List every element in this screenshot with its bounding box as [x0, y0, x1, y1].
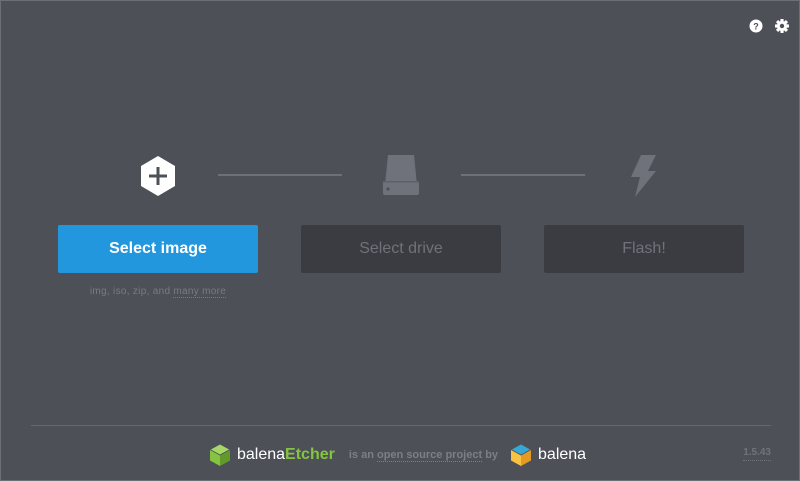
footer-divider	[31, 425, 771, 426]
supported-formats: img, iso, zip, and many more	[58, 286, 258, 298]
etcher-logo-link[interactable]: balenaEtcher	[209, 443, 335, 467]
tagline-by: by	[485, 449, 499, 461]
balena-cube-icon	[510, 443, 532, 466]
brand-name: balenaEtcher	[237, 446, 335, 464]
select-drive-button[interactable]: Select drive	[301, 225, 501, 273]
help-icon[interactable]: ?	[747, 17, 765, 35]
plus-hexagon-icon[interactable]	[135, 153, 181, 199]
open-source-link[interactable]: open source project	[376, 449, 483, 462]
lightning-icon	[621, 153, 667, 199]
many-more-link[interactable]: many more	[173, 286, 227, 298]
step-connector	[461, 174, 585, 176]
flash-button[interactable]: Flash!	[544, 225, 744, 273]
footer: balenaEtcher is an open source project b…	[209, 441, 586, 469]
tagline: is an open source project by	[348, 449, 499, 462]
brand-prefix: balena	[237, 446, 286, 463]
drive-icon	[378, 151, 424, 197]
svg-text:?: ?	[753, 22, 759, 32]
etcher-cube-icon	[209, 443, 231, 466]
balena-logo-link[interactable]: balena	[510, 443, 586, 467]
formats-text: img, iso, zip, and	[89, 286, 171, 297]
brand-suffix: Etcher	[285, 446, 335, 463]
company-name: balena	[538, 446, 587, 463]
step-connector	[218, 174, 342, 176]
gear-icon[interactable]	[773, 17, 791, 35]
version-label[interactable]: 1.5.43	[743, 447, 771, 461]
tagline-is: is an	[348, 449, 374, 461]
select-image-button[interactable]: Select image	[58, 225, 258, 273]
